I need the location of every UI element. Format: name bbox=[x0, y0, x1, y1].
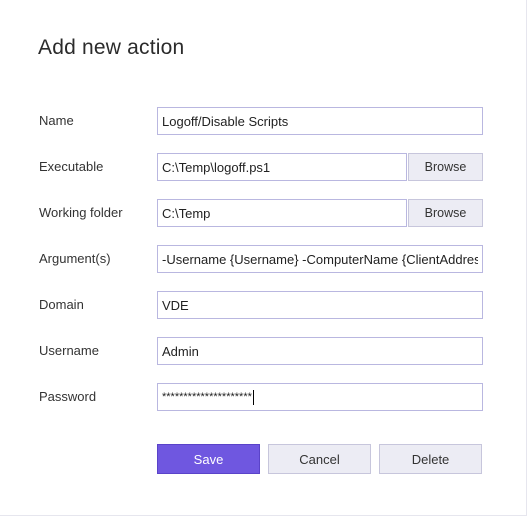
password-label: Password bbox=[39, 389, 97, 404]
password-row: Password ********************* bbox=[0, 383, 527, 411]
username-label: Username bbox=[39, 343, 99, 358]
cancel-button[interactable]: Cancel bbox=[268, 444, 371, 474]
name-label: Name bbox=[39, 113, 74, 128]
working-folder-input[interactable] bbox=[157, 199, 407, 227]
username-input[interactable] bbox=[157, 337, 483, 365]
save-button[interactable]: Save bbox=[157, 444, 260, 474]
arguments-row: Argument(s) bbox=[0, 245, 527, 273]
name-row: Name bbox=[0, 107, 527, 135]
text-caret bbox=[252, 389, 254, 405]
dialog-title: Add new action bbox=[38, 36, 185, 59]
executable-label: Executable bbox=[39, 159, 104, 174]
arguments-input[interactable] bbox=[157, 245, 483, 273]
delete-button[interactable]: Delete bbox=[379, 444, 482, 474]
working-folder-row: Working folder Browse bbox=[0, 199, 527, 227]
working-folder-browse-button[interactable]: Browse bbox=[408, 199, 483, 227]
executable-browse-button[interactable]: Browse bbox=[408, 153, 483, 181]
executable-row: Executable Browse bbox=[0, 153, 527, 181]
password-mask: ********************* bbox=[162, 391, 252, 403]
arguments-label: Argument(s) bbox=[39, 251, 111, 266]
username-row: Username bbox=[0, 337, 527, 365]
domain-row: Domain bbox=[0, 291, 527, 319]
executable-input[interactable] bbox=[157, 153, 407, 181]
domain-label: Domain bbox=[39, 297, 84, 312]
domain-input[interactable] bbox=[157, 291, 483, 319]
password-input[interactable]: ********************* bbox=[157, 383, 483, 411]
name-input[interactable] bbox=[157, 107, 483, 135]
working-folder-label: Working folder bbox=[39, 205, 123, 220]
add-action-dialog: Add new action Name Executable Browse Wo… bbox=[0, 0, 527, 516]
